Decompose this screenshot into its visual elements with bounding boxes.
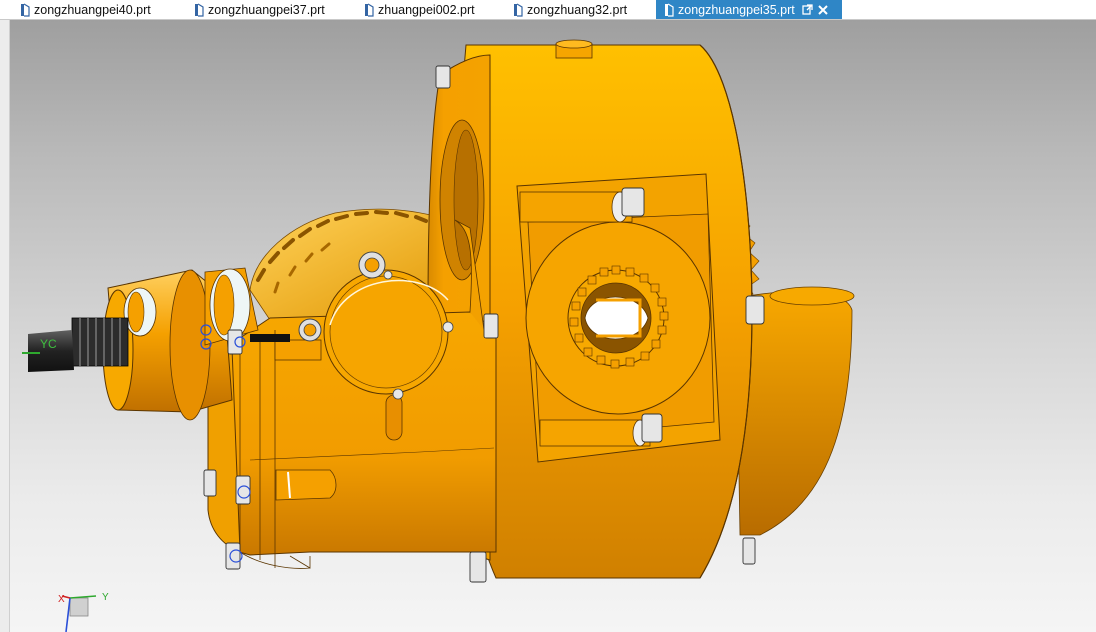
tab-zongzhuangpei40[interactable]: zongzhuangpei40.prt bbox=[20, 0, 182, 19]
tab-zongzhuangpei35[interactable]: zongzhuangpei35.prt bbox=[656, 0, 842, 19]
part-file-icon bbox=[365, 2, 374, 17]
assembly-model[interactable]: YC X Y bbox=[10, 20, 1096, 632]
triad-y-label: Y bbox=[102, 592, 109, 603]
view-triad[interactable]: X Y bbox=[58, 592, 109, 632]
tab-label: zongzhuang32.prt bbox=[527, 2, 628, 17]
tab-label: zongzhuangpei40.prt bbox=[34, 2, 151, 17]
part-file-icon bbox=[514, 2, 523, 17]
triad-x-label: X bbox=[58, 594, 65, 605]
tab-label: zongzhuangpei37.prt bbox=[208, 2, 325, 17]
left-resource-strip[interactable] bbox=[0, 20, 10, 632]
document-tab-bar: zongzhuangpei40.prt zongzhuangpei37.prt … bbox=[0, 0, 1096, 20]
wcs-yc-label: YC bbox=[40, 337, 57, 351]
part-file-icon bbox=[665, 2, 674, 17]
tab-label: zhuangpei002.prt bbox=[378, 2, 475, 17]
float-window-icon[interactable] bbox=[802, 4, 813, 15]
graphics-window[interactable]: YC X Y bbox=[10, 20, 1096, 632]
part-file-icon bbox=[21, 2, 30, 17]
tab-zongzhuangpei37[interactable]: zongzhuangpei37.prt bbox=[194, 0, 350, 19]
tab-zongzhuang32[interactable]: zongzhuang32.prt bbox=[513, 0, 648, 19]
tab-label: zongzhuangpei35.prt bbox=[678, 2, 795, 17]
tab-zhuangpei002[interactable]: zhuangpei002.prt bbox=[364, 0, 504, 19]
close-icon[interactable] bbox=[818, 4, 828, 15]
part-file-icon bbox=[195, 2, 204, 17]
